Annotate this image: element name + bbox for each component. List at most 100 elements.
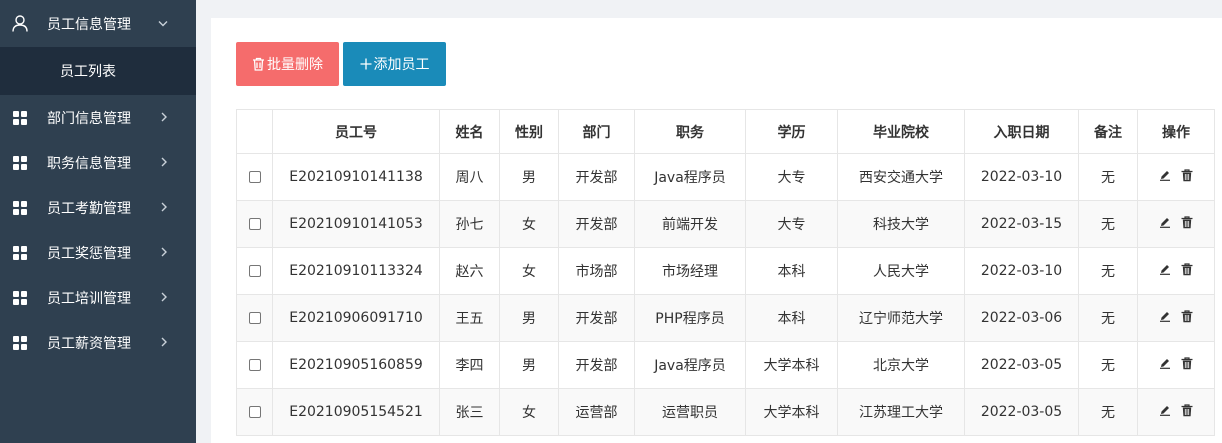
delete-icon[interactable] — [1181, 356, 1193, 374]
table-cell: 无 — [1078, 341, 1138, 389]
menu-group-attendance[interactable]: 员工考勤管理 — [0, 185, 196, 230]
table-cell: 开发部 — [558, 200, 635, 248]
table-cell: E20210910141138 — [272, 153, 440, 201]
row-select-cell — [236, 247, 273, 295]
table-cell: 女 — [499, 200, 559, 248]
actions-cell — [1137, 200, 1215, 248]
table-cell: 孙七 — [439, 200, 500, 248]
header-cell: 入职日期 — [964, 109, 1079, 154]
edit-icon[interactable] — [1159, 404, 1171, 420]
delete-icon[interactable] — [1181, 215, 1193, 233]
row-select-cell — [236, 341, 273, 389]
table-row: E20210906091710 王五男开发部 PHP程序员 本科 辽宁师范大学 2022-… — [236, 294, 1215, 342]
header-cell: 员工号 — [272, 109, 440, 154]
menu-group-position[interactable]: 职务信息管理 — [0, 140, 196, 185]
batch-delete-label: 批量删除 — [267, 57, 323, 73]
table-cell: 大学本科 — [745, 341, 838, 389]
batch-delete-button[interactable]: 批量删除 — [236, 42, 339, 86]
table-cell: E20210910113324 — [272, 247, 440, 295]
row-checkbox[interactable] — [248, 265, 261, 277]
grid-icon — [11, 289, 29, 307]
table-cell: 无 — [1078, 388, 1138, 436]
table-cell: 无 — [1078, 200, 1138, 248]
delete-icon[interactable] — [1181, 262, 1193, 280]
row-checkbox[interactable] — [248, 312, 261, 324]
grid-icon — [11, 334, 29, 352]
employee-table: 员工号 姓名 性别 部门 职务 学历 毕业院校 入职日期 备注 操作 E2021… — [236, 109, 1215, 436]
add-employee-button[interactable]: 添加员工 — [343, 42, 446, 86]
table-cell: 前端开发 — [634, 200, 746, 248]
row-checkbox[interactable] — [248, 359, 261, 371]
menu-group-rewards[interactable]: 员工奖惩管理 — [0, 230, 196, 275]
chevron-right-icon — [160, 155, 168, 171]
edit-icon[interactable] — [1159, 357, 1171, 373]
table-cell: E20210910141053 — [272, 200, 440, 248]
table-cell: 2022-03-10 — [964, 153, 1079, 201]
menu-group-label: 员工培训管理 — [47, 290, 131, 307]
menu-group-label: 员工奖惩管理 — [47, 245, 131, 262]
header-cell: 性别 — [499, 109, 559, 154]
trash-icon — [252, 57, 265, 71]
sidebar-item-employee-list[interactable]: 员工列表 — [0, 47, 196, 95]
table-cell: 本科 — [745, 294, 838, 342]
row-checkbox[interactable] — [248, 218, 261, 230]
table-cell: E20210905160859 — [272, 341, 440, 389]
table-cell: 王五 — [439, 294, 500, 342]
user-icon — [11, 15, 29, 33]
chevron-right-icon — [160, 200, 168, 216]
table-cell: 张三 — [439, 388, 500, 436]
edit-icon[interactable] — [1159, 263, 1171, 279]
menu-group-employee-info[interactable]: 员工信息管理 — [0, 0, 196, 47]
table-cell: 开发部 — [558, 153, 635, 201]
edit-icon[interactable] — [1159, 310, 1171, 326]
table-cell: 大学本科 — [745, 388, 838, 436]
table-cell: 人民大学 — [837, 247, 965, 295]
table-cell: 运营部 — [558, 388, 635, 436]
row-checkbox[interactable] — [248, 171, 261, 183]
chevron-right-icon — [160, 335, 168, 351]
table-row: E20210905160859 李四男开发部 Java程序员 大学本科 北京大学 2022… — [236, 341, 1215, 389]
edit-icon[interactable] — [1159, 216, 1171, 232]
table-row: E20210910141053 孙七女开发部 前端开发 大专 科技大学 2022-03-1… — [236, 200, 1215, 248]
table-cell: Java程序员 — [634, 341, 746, 389]
header-cell: 姓名 — [439, 109, 500, 154]
row-select-cell — [236, 294, 273, 342]
table-cell: Java程序员 — [634, 153, 746, 201]
menu-group-label: 职务信息管理 — [47, 155, 131, 172]
menu-group-label: 部门信息管理 — [47, 110, 131, 127]
menu-group-salary[interactable]: 员工薪资管理 — [0, 320, 196, 365]
table-cell: 李四 — [439, 341, 500, 389]
menu-group-label: 员工薪资管理 — [47, 335, 131, 352]
table-row: E20210910141138 周八男开发部 Java程序员 大专 西安交通大学 2022… — [236, 153, 1215, 201]
menu-group-training[interactable]: 员工培训管理 — [0, 275, 196, 320]
menu-group-label: 员工考勤管理 — [47, 200, 131, 217]
add-employee-label: 添加员工 — [373, 57, 430, 73]
table-cell: E20210906091710 — [272, 294, 440, 342]
edit-icon[interactable] — [1159, 169, 1171, 185]
delete-icon[interactable] — [1181, 403, 1193, 421]
chevron-right-icon — [160, 110, 168, 126]
row-checkbox[interactable] — [248, 406, 261, 418]
header-cell: 职务 — [634, 109, 746, 154]
actions-cell — [1137, 294, 1215, 342]
header-cell: 学历 — [745, 109, 838, 154]
table-cell: 女 — [499, 388, 559, 436]
menu-group-department[interactable]: 部门信息管理 — [0, 95, 196, 140]
delete-icon[interactable] — [1181, 168, 1193, 186]
table-cell: 开发部 — [558, 294, 635, 342]
header-cell: 部门 — [558, 109, 635, 154]
table-cell: 2022-03-15 — [964, 200, 1079, 248]
table-cell: 开发部 — [558, 341, 635, 389]
delete-icon[interactable] — [1181, 309, 1193, 327]
sidebar-item-label: 员工列表 — [60, 64, 116, 80]
actions-cell — [1137, 388, 1215, 436]
header-cell: 备注 — [1078, 109, 1138, 154]
actions-cell — [1137, 153, 1215, 201]
table-cell: 本科 — [745, 247, 838, 295]
chevron-down-icon — [158, 16, 168, 32]
table-cell: 运营职员 — [634, 388, 746, 436]
table-row: E20210905154521 张三女运营部 运营职员 大学本科 江苏理工大学 2022-… — [236, 388, 1215, 436]
chevron-right-icon — [160, 245, 168, 261]
main-content: 批量删除 添加员工 员工号 姓名 性别 部门 职务 学历 毕业院校 入职日期 备… — [211, 18, 1222, 443]
table-cell: 市场经理 — [634, 247, 746, 295]
